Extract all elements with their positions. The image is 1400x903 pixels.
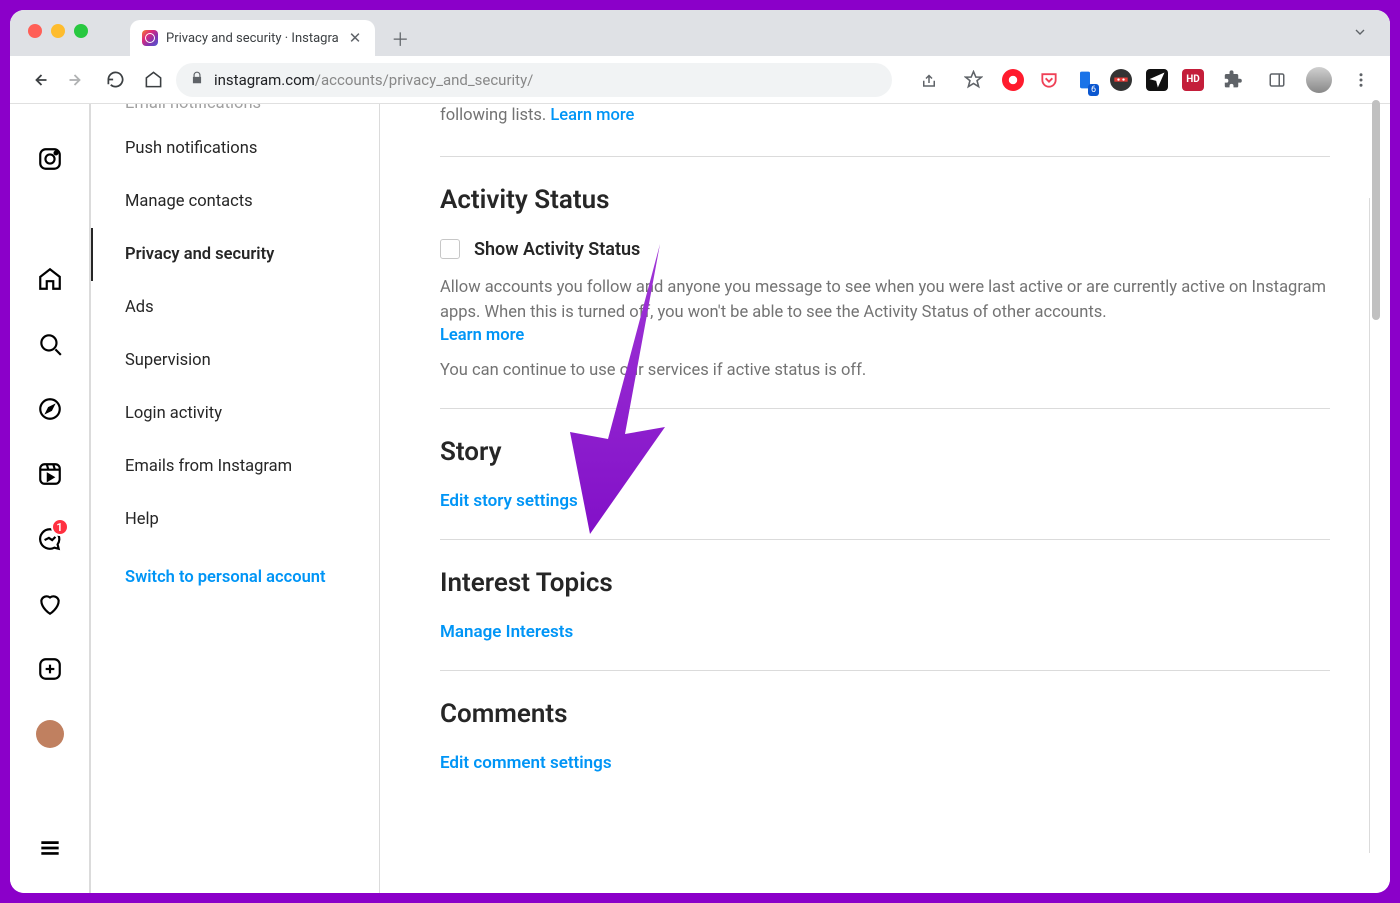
sidenav-item-ads[interactable]: Ads	[91, 281, 379, 334]
ninja-extension-icon[interactable]	[1110, 69, 1132, 91]
url-text: instagram.com/accounts/privacy_and_secur…	[214, 71, 533, 89]
messages-icon[interactable]: 1	[25, 514, 75, 564]
activity-learn-more-link[interactable]: Learn more	[440, 326, 524, 345]
browser-menu-icon[interactable]	[1346, 65, 1376, 95]
new-tab-button[interactable]: ＋	[385, 24, 415, 54]
tab-strip: Privacy and security · Instagra ✕ ＋	[10, 10, 1390, 56]
browser-window: Privacy and security · Instagra ✕ ＋ inst…	[10, 10, 1390, 893]
home-icon[interactable]	[25, 254, 75, 304]
search-icon[interactable]	[25, 319, 75, 369]
instagram-nav-rail: 1	[10, 104, 90, 893]
divider	[440, 670, 1330, 671]
sidenav-item-email-notifications[interactable]: Email notifications	[91, 104, 379, 122]
back-button[interactable]	[24, 65, 54, 95]
phone-extension-icon[interactable]: 6	[1074, 69, 1096, 91]
url-host: instagram.com	[214, 71, 315, 89]
edit-story-settings-link[interactable]: Edit story settings	[440, 491, 578, 511]
activity-status-heading: Activity Status	[440, 185, 1330, 215]
content-right-border	[1369, 198, 1370, 853]
story-heading: Story	[440, 437, 1330, 467]
lock-icon	[190, 71, 204, 89]
settings-area: Email notifications Push notifications M…	[90, 104, 1390, 893]
browser-toolbar: instagram.com/accounts/privacy_and_secur…	[10, 56, 1390, 104]
page-content: 1 Email notifications Push notifications…	[10, 104, 1390, 893]
show-activity-label: Show Activity Status	[474, 239, 640, 260]
divider	[440, 408, 1330, 409]
manage-interests-link[interactable]: Manage Interests	[440, 622, 573, 642]
comments-heading: Comments	[440, 699, 1330, 729]
settings-main: following lists. Learn more Activity Sta…	[380, 104, 1390, 893]
minimize-window-button[interactable]	[51, 24, 65, 38]
address-bar[interactable]: instagram.com/accounts/privacy_and_secur…	[176, 63, 892, 97]
activity-description-2: You can continue to use our services if …	[440, 361, 1330, 380]
hamburger-menu-icon[interactable]	[25, 823, 75, 873]
messages-badge: 1	[51, 518, 69, 536]
prev-section-tail: following lists. Learn more	[440, 104, 1330, 128]
instagram-favicon-icon	[142, 30, 158, 46]
browser-tab[interactable]: Privacy and security · Instagra ✕	[130, 20, 375, 56]
extensions-puzzle-icon[interactable]	[1218, 65, 1248, 95]
home-button[interactable]	[138, 65, 168, 95]
divider	[440, 539, 1330, 540]
switch-account-link[interactable]: Switch to personal account	[91, 546, 379, 604]
send-extension-icon[interactable]	[1146, 69, 1168, 91]
tab-title: Privacy and security · Instagra	[166, 31, 339, 46]
prev-learn-more-link[interactable]: Learn more	[550, 106, 634, 125]
sidenav-item-manage-contacts[interactable]: Manage contacts	[91, 175, 379, 228]
forward-button[interactable]	[62, 65, 92, 95]
phone-badge: 6	[1088, 84, 1099, 96]
extension-icons: 6 HD	[914, 65, 1376, 95]
sidepanel-icon[interactable]	[1262, 65, 1292, 95]
window-controls	[28, 24, 88, 38]
close-window-button[interactable]	[28, 24, 42, 38]
share-icon[interactable]	[914, 65, 944, 95]
interest-topics-heading: Interest Topics	[440, 568, 1330, 598]
activity-description: Allow accounts you follow and anyone you…	[440, 276, 1330, 326]
sidenav-item-privacy-security[interactable]: Privacy and security	[91, 228, 379, 281]
activity-checkbox-row: Show Activity Status	[440, 239, 1330, 260]
explore-compass-icon[interactable]	[25, 384, 75, 434]
create-plus-icon[interactable]	[25, 644, 75, 694]
sidenav-item-supervision[interactable]: Supervision	[91, 334, 379, 387]
bookmark-star-icon[interactable]	[958, 65, 988, 95]
notifications-heart-icon[interactable]	[25, 579, 75, 629]
sidenav-item-help[interactable]: Help	[91, 493, 379, 546]
reels-icon[interactable]	[25, 449, 75, 499]
maximize-window-button[interactable]	[74, 24, 88, 38]
profile-rail-avatar[interactable]	[25, 709, 75, 759]
sidenav-item-emails-from-instagram[interactable]: Emails from Instagram	[91, 440, 379, 493]
tabs-overflow-icon[interactable]	[1352, 24, 1368, 44]
close-tab-icon[interactable]: ✕	[347, 29, 364, 47]
sidenav-item-push-notifications[interactable]: Push notifications	[91, 122, 379, 175]
vertical-scrollbar[interactable]	[1372, 100, 1380, 320]
sidenav-item-login-activity[interactable]: Login activity	[91, 387, 379, 440]
divider	[440, 156, 1330, 157]
opera-extension-icon[interactable]	[1002, 69, 1024, 91]
profile-avatar-icon[interactable]	[1306, 67, 1332, 93]
hd-extension-icon[interactable]: HD	[1182, 69, 1204, 91]
show-activity-checkbox[interactable]	[440, 239, 460, 259]
instagram-logo-icon[interactable]	[25, 134, 75, 184]
edit-comment-settings-link[interactable]: Edit comment settings	[440, 753, 612, 773]
url-path: /accounts/privacy_and_security/	[315, 71, 534, 89]
pocket-extension-icon[interactable]	[1038, 69, 1060, 91]
settings-sidenav: Email notifications Push notifications M…	[90, 104, 380, 893]
reload-button[interactable]	[100, 65, 130, 95]
